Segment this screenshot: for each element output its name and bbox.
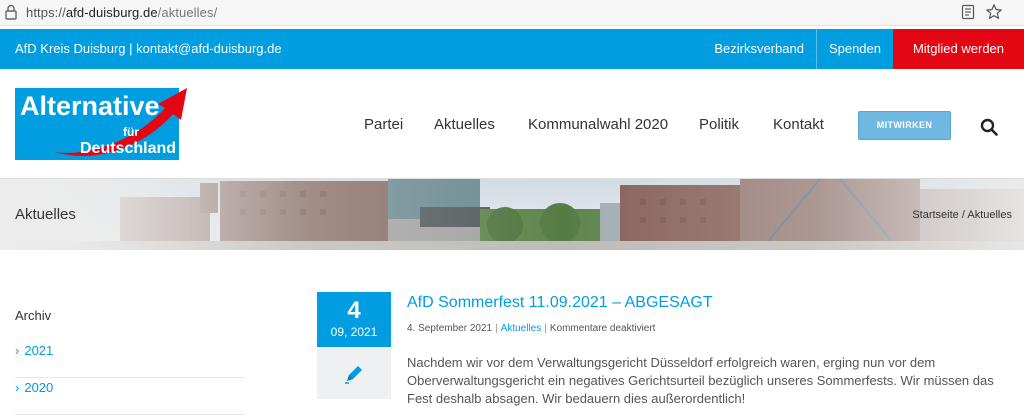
spenden-link[interactable]: Spenden [815, 29, 893, 69]
post-excerpt: Nachdem wir vor dem Verwaltungsgericht D… [407, 355, 994, 406]
post-category-link[interactable]: Aktuelles [501, 323, 542, 334]
nav-kontakt[interactable]: Kontakt [773, 116, 824, 133]
breadcrumb: Startseite / Aktuelles [912, 209, 1012, 221]
breadcrumb-home-link[interactable]: Startseite [912, 209, 958, 221]
archive-item-2020[interactable]: › 2020 [15, 378, 245, 415]
nav-politik[interactable]: Politik [699, 116, 739, 133]
banner-cityscape-image [0, 179, 1024, 250]
nav-partei[interactable]: Partei [364, 116, 403, 133]
post-date-box: 4 09, 2021 [317, 292, 391, 347]
url-host: afd-duisburg.de [65, 5, 158, 20]
lock-icon [5, 4, 17, 20]
url-path: /aktuelles/ [157, 5, 218, 20]
page-title: Aktuelles [15, 206, 76, 223]
chevron-right-icon: › [15, 380, 20, 395]
archive-heading: Archiv [15, 308, 52, 323]
post-day: 4 [347, 297, 361, 324]
url-scheme: https:// [26, 5, 66, 20]
breadcrumb-separator: / [961, 209, 965, 221]
post-title-link[interactable]: AfD Sommerfest 11.09.2021 – ABGESAGT [407, 294, 713, 312]
archive-item-label: 2020 [24, 380, 54, 395]
top-contact-bar: AfD Kreis Duisburg | kontakt@afd-duisbur… [0, 29, 1024, 69]
nav-kommunalwahl[interactable]: Kommunalwahl 2020 [528, 116, 668, 133]
meta-separator: | [495, 323, 498, 334]
archive-item-2021[interactable]: › 2021 [15, 341, 245, 378]
bezirksverband-link[interactable]: Bezirksverband [702, 29, 816, 69]
site-header: Alternative für Deutschland Partei Aktue… [0, 69, 1024, 178]
reader-view-icon[interactable] [960, 4, 976, 20]
post-meta: 4. September 2021 | Aktuelles | Kommentare d… [407, 323, 655, 334]
chevron-right-icon: › [15, 343, 20, 358]
nav-aktuelles[interactable]: Aktuelles [434, 116, 495, 133]
browser-address-bar[interactable]: https://afd-duisburg.de/aktuelles/ [0, 0, 1024, 26]
breadcrumb-current: Aktuelles [967, 209, 1012, 221]
post-comments-status: Kommentare deaktiviert [549, 323, 656, 334]
bookmark-star-icon[interactable] [985, 3, 1003, 21]
mitglied-werden-button[interactable]: Mitglied werden [893, 29, 1024, 69]
mitwirken-button[interactable]: MITWIRKEN [858, 111, 951, 140]
archive-item-label: 2021 [24, 343, 54, 358]
meta-separator: | [544, 323, 547, 334]
post-format-box [317, 347, 391, 399]
top-links: Bezirksverband Spenden Mitglied werden [702, 29, 1024, 69]
sidebar-archive: Archiv › 2021 › 2020 [15, 308, 245, 415]
page-title-banner: Aktuelles Startseite / Aktuelles [0, 178, 1024, 250]
url-text[interactable]: https://afd-duisburg.de/aktuelles/ [26, 5, 217, 20]
post-date: 4. September 2021 [407, 323, 493, 334]
pen-icon [345, 366, 362, 384]
post-month-year: 09, 2021 [330, 325, 378, 339]
contact-info[interactable]: AfD Kreis Duisburg | kontakt@afd-duisbur… [15, 41, 282, 56]
search-icon[interactable] [980, 118, 998, 136]
